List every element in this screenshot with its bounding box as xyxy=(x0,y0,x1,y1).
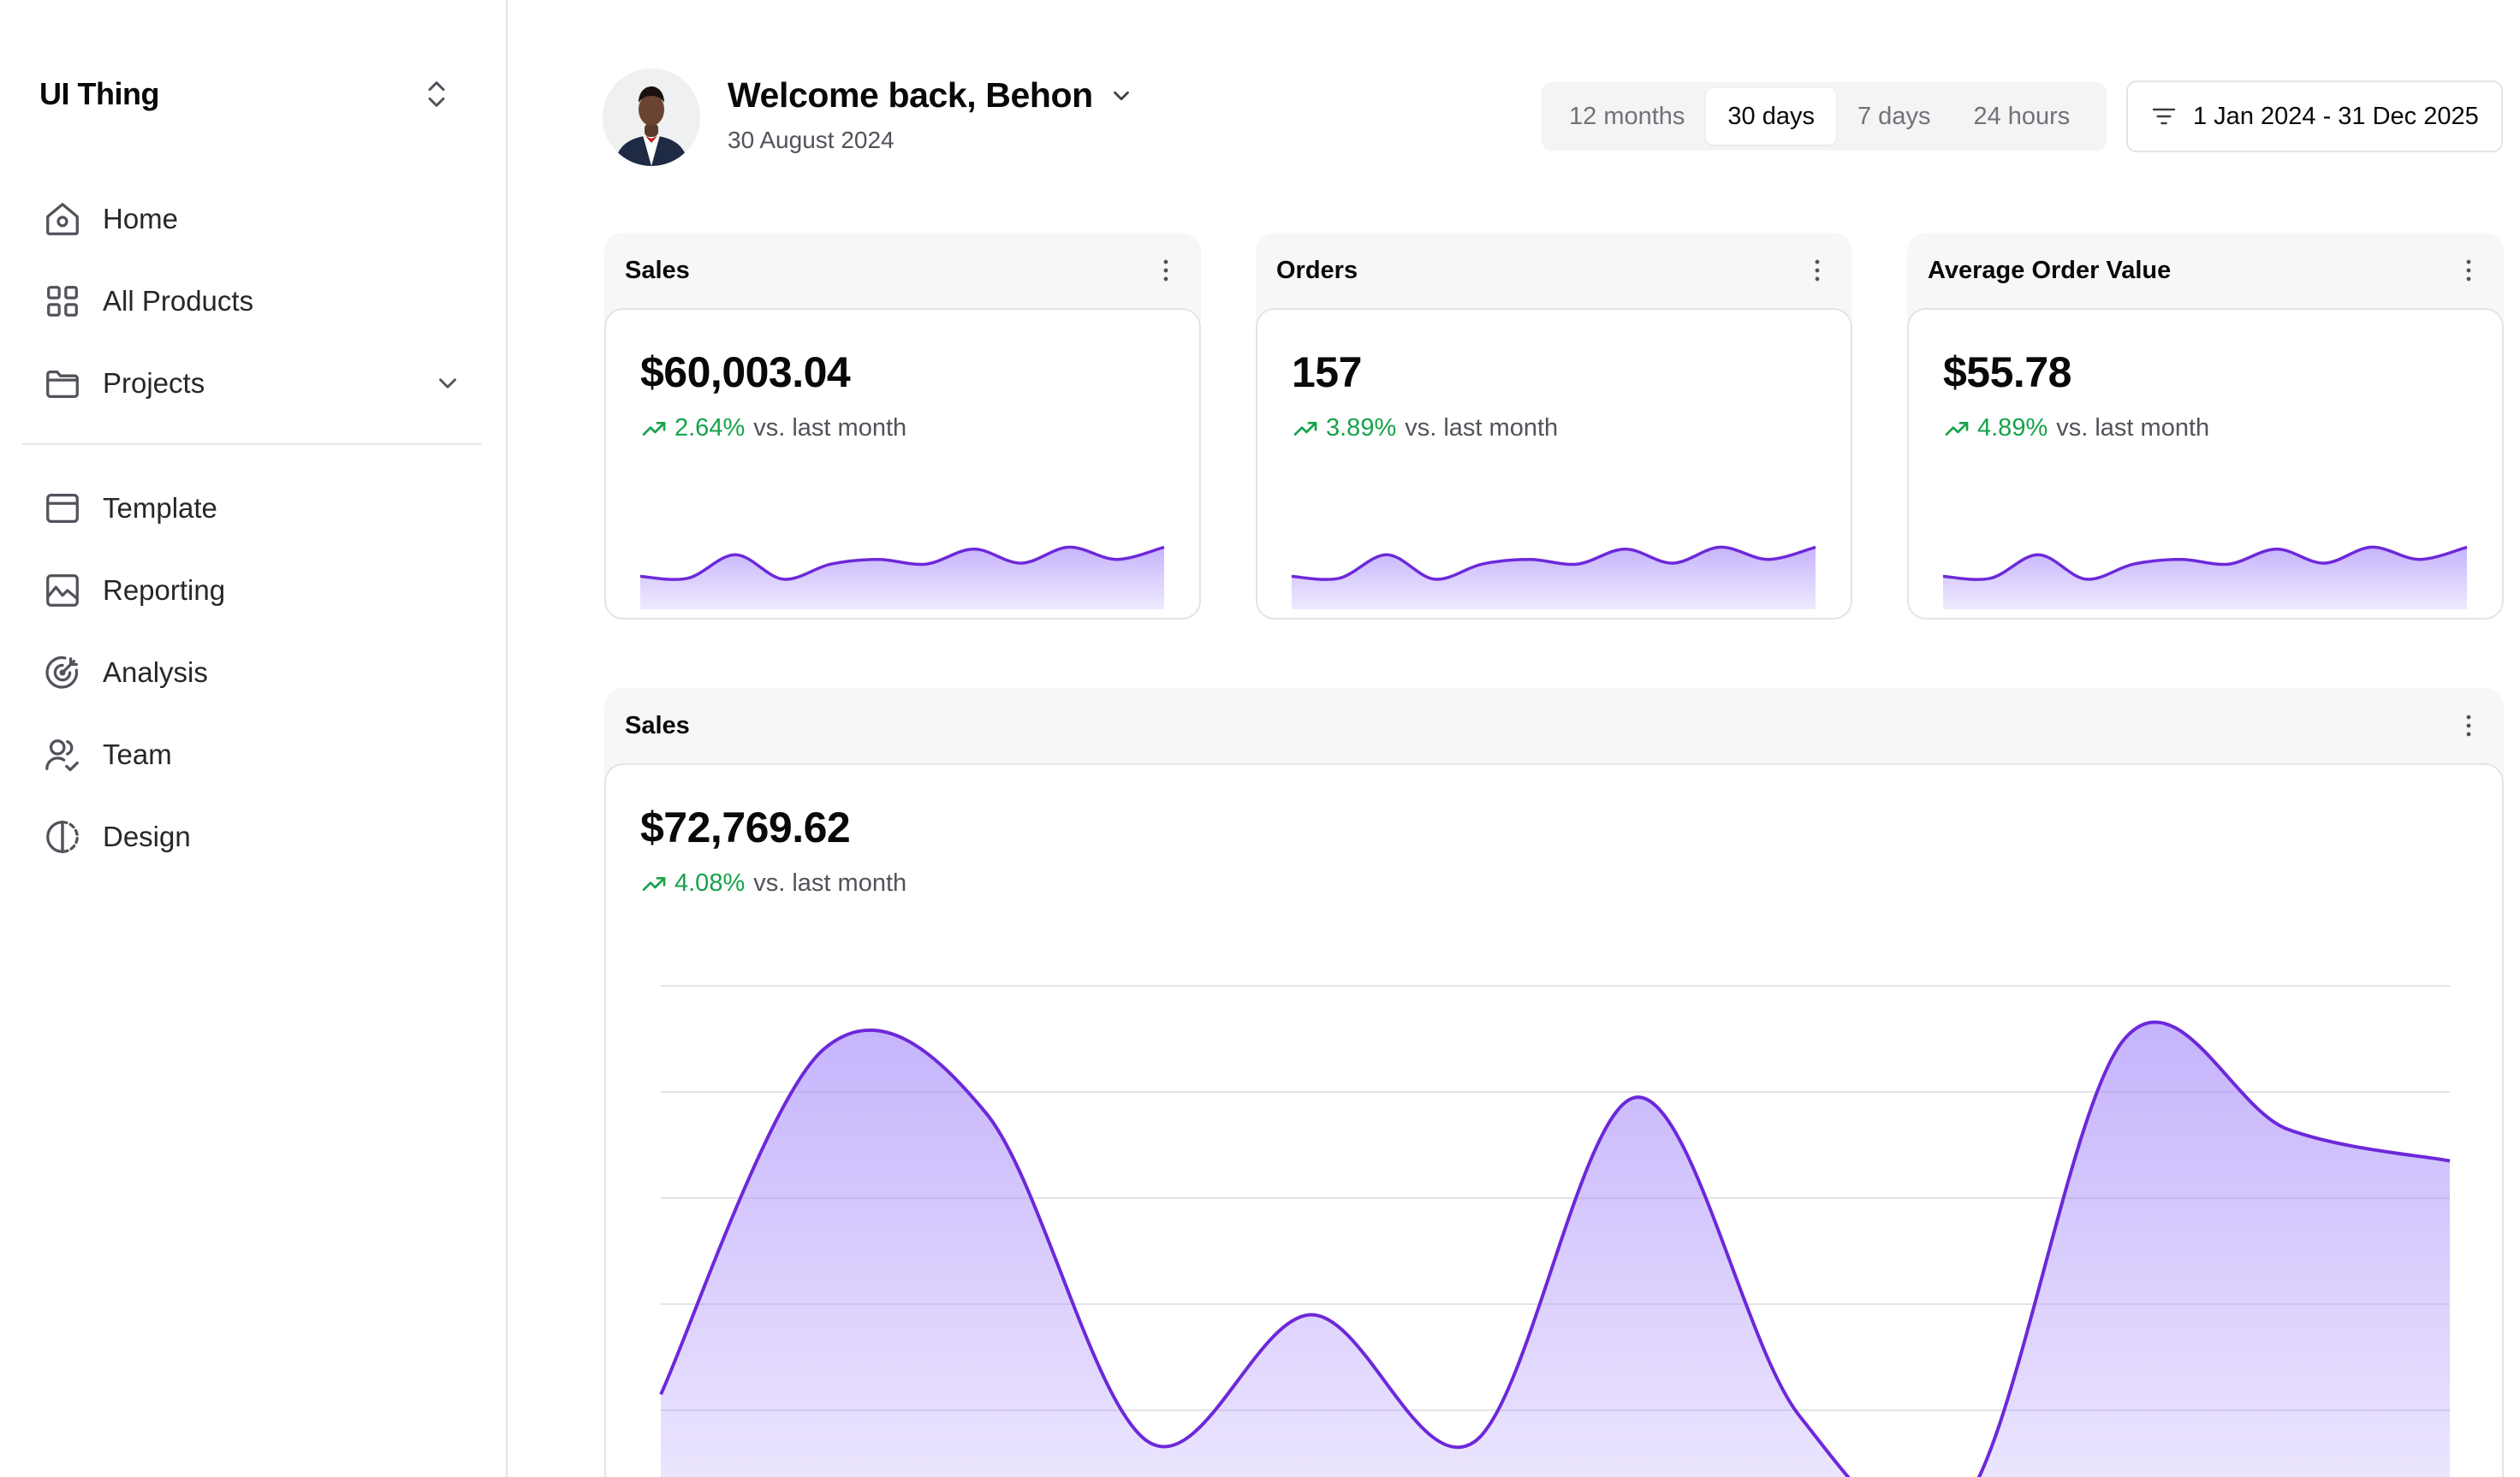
more-vertical-icon[interactable] xyxy=(1151,256,1180,285)
chevrons-up-down-icon xyxy=(428,81,445,107)
metric-value: $55.78 xyxy=(1943,348,2071,396)
card-body: $55.78 4.89% vs. last month xyxy=(1907,308,2504,620)
sales-card: Sales $60,003.04 2.64% vs. last month xyxy=(604,233,1201,620)
sidebar-item-label: Reporting xyxy=(103,574,226,606)
change-comparison: vs. last month xyxy=(2056,414,2210,442)
trending-up-icon xyxy=(642,421,666,436)
date-range-label: 1 Jan 2024 - 31 Dec 2025 xyxy=(2193,102,2479,130)
brand-name: UI Thing xyxy=(39,76,159,111)
tab-24-hours[interactable]: 24 hours xyxy=(1952,88,2091,145)
trending-up-icon xyxy=(1945,421,1969,436)
change-percent: 4.08% xyxy=(675,869,746,897)
home-icon xyxy=(43,199,82,239)
metric-value: $60,003.04 xyxy=(640,348,851,396)
metric-change: 3.89% vs. last month xyxy=(1292,414,1558,442)
target-icon xyxy=(43,653,82,692)
sidebar-divider xyxy=(22,443,481,445)
area-chart-svg xyxy=(659,985,2451,1477)
aov-sparkline xyxy=(1942,515,2468,609)
orders-sparkline xyxy=(1291,515,1816,609)
card-title: Average Order Value xyxy=(1928,256,2172,284)
sidebar-item-design[interactable]: Design xyxy=(22,796,484,878)
change-percent: 2.64% xyxy=(675,414,746,442)
change-comparison: vs. last month xyxy=(753,414,907,442)
template-icon xyxy=(43,489,82,528)
sidebar-item-projects[interactable]: Projects xyxy=(22,342,484,424)
users-icon xyxy=(43,735,82,774)
metric-value: $72,769.62 xyxy=(640,804,851,851)
sales-chart-card: Sales $72,769.62 4.08% vs. last month xyxy=(604,688,2504,1477)
metric-change: 4.89% vs. last month xyxy=(1943,414,2209,442)
more-vertical-icon[interactable] xyxy=(2454,256,2483,285)
current-date: 30 August 2024 xyxy=(728,127,894,153)
avatar[interactable] xyxy=(603,68,700,166)
secondary-nav: Template Reporting Analysis Team Design xyxy=(22,467,484,878)
card-title: Sales xyxy=(625,256,690,284)
change-comparison: vs. last month xyxy=(753,869,907,897)
grid-icon xyxy=(43,282,82,321)
sidebar-item-label: Team xyxy=(103,738,172,770)
sidebar-item-template[interactable]: Template xyxy=(22,467,484,549)
metric-value: 157 xyxy=(1292,348,1362,396)
time-range-tabs: 12 months 30 days 7 days 24 hours xyxy=(1542,82,2107,151)
series-area xyxy=(1292,547,1816,609)
orders-card: Orders 157 3.89% vs. last month xyxy=(1256,233,1852,620)
sales-area-chart xyxy=(659,985,2451,1477)
sidebar-item-label: Template xyxy=(103,492,217,524)
user-greeting-menu[interactable]: Welcome back, Behon xyxy=(728,75,1134,116)
sidebar-item-label: All Products xyxy=(103,285,254,317)
series-area xyxy=(1943,547,2467,609)
chart-icon xyxy=(43,571,82,610)
sales-sparkline xyxy=(639,515,1165,609)
sidebar-item-analysis[interactable]: Analysis xyxy=(22,632,484,714)
card-header: Sales xyxy=(625,688,2483,763)
series-area xyxy=(640,547,1164,609)
card-title: Orders xyxy=(1276,256,1358,284)
sidebar-item-label: Projects xyxy=(103,367,205,399)
area-chart-svg xyxy=(1291,545,1816,609)
change-percent: 4.89% xyxy=(1977,414,2048,442)
card-body: $72,769.62 4.08% vs. last month xyxy=(604,763,2504,1477)
trending-up-icon xyxy=(642,876,666,891)
card-header: Orders xyxy=(1276,233,1832,308)
card-header: Average Order Value xyxy=(1928,233,2483,308)
sidebar-item-label: Design xyxy=(103,821,191,852)
card-body: 157 3.89% vs. last month xyxy=(1256,308,1852,620)
date-range-filter-button[interactable]: 1 Jan 2024 - 31 Dec 2025 xyxy=(2126,80,2503,152)
contrast-icon xyxy=(43,817,82,857)
sidebar-item-label: Analysis xyxy=(103,656,208,688)
card-body: $60,003.04 2.64% vs. last month xyxy=(604,308,1201,620)
card-header: Sales xyxy=(625,233,1180,308)
average-order-value-card: Average Order Value $55.78 4.89% vs. las… xyxy=(1907,233,2504,620)
sidebar-item-reporting[interactable]: Reporting xyxy=(22,549,484,632)
tab-30-days[interactable]: 30 days xyxy=(1706,88,1836,145)
primary-nav: Home All Products Projects xyxy=(22,178,484,424)
sidebar-item-team[interactable]: Team xyxy=(22,714,484,796)
more-vertical-icon[interactable] xyxy=(1803,256,1832,285)
change-percent: 3.89% xyxy=(1326,414,1397,442)
welcome-title: Welcome back, Behon xyxy=(728,75,1093,115)
chevron-down-icon xyxy=(1113,91,1129,100)
dashboard-app: UI Thing Home All Products Projects Temp… xyxy=(0,0,2520,1477)
card-title: Sales xyxy=(625,711,690,739)
metric-change: 2.64% vs. last month xyxy=(640,414,906,442)
filter-icon xyxy=(2152,108,2176,125)
chevron-down-icon[interactable] xyxy=(433,369,462,398)
change-comparison: vs. last month xyxy=(1405,414,1559,442)
sidebar-item-label: Home xyxy=(103,203,179,234)
trending-up-icon xyxy=(1293,421,1317,436)
tab-7-days[interactable]: 7 days xyxy=(1836,88,1952,145)
area-chart-svg xyxy=(1942,545,2468,609)
user-portrait xyxy=(603,68,700,166)
sidebar: UI Thing Home All Products Projects Temp… xyxy=(0,0,508,1477)
metric-change: 4.08% vs. last month xyxy=(640,869,906,898)
sidebar-item-all-products[interactable]: All Products xyxy=(22,260,484,342)
folder-icon xyxy=(43,364,82,403)
series-area xyxy=(661,1022,2450,1477)
tab-12-months[interactable]: 12 months xyxy=(1548,88,1706,145)
area-chart-svg xyxy=(639,545,1165,609)
more-vertical-icon[interactable] xyxy=(2454,711,2483,740)
workspace-switcher[interactable]: UI Thing xyxy=(22,60,467,128)
sidebar-item-home[interactable]: Home xyxy=(22,178,484,260)
